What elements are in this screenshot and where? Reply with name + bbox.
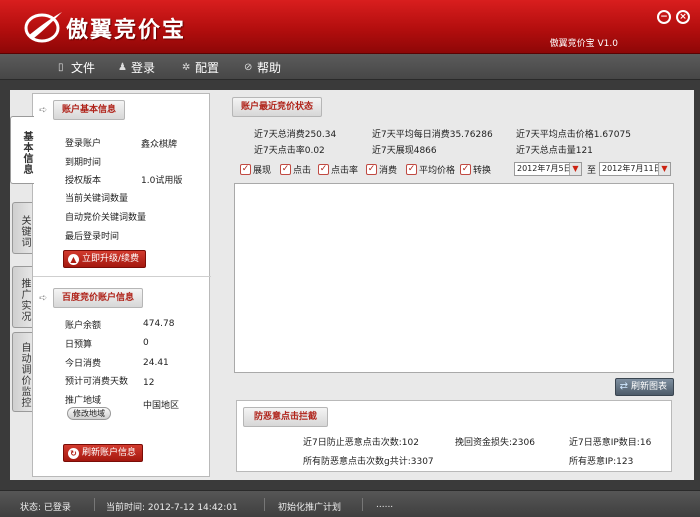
status-panel: 账户最近竞价状态 近7天总消费250.34 近7天平均每日消费35.76286 … <box>232 93 690 477</box>
account-panel: ➪ 账户基本信息 登录账户 鑫众棋牌 到期时间 授权版本 1.0试用版 当前关键… <box>32 93 211 477</box>
checkbox-impressions[interactable]: ✓ 展现 <box>240 163 271 176</box>
checkbox-avg-price[interactable]: ✓ 平均价格 <box>406 163 455 176</box>
user-icon: ♟ <box>118 61 127 73</box>
baidu-section-title: 百度竞价账户信息 <box>53 288 144 308</box>
field-label: 最后登录时间 <box>65 232 120 242</box>
field-label: 授权版本 <box>65 176 102 186</box>
menu-bar: ▯ 文件 ♟ 登录 ✲ 配置 ⊘ 帮助 <box>0 54 700 80</box>
fraud-section-title: 防恶意点击拦截 <box>243 407 329 427</box>
fraud-stat-ip-7d: 近7日恶意IP数目:16 <box>569 438 652 448</box>
date-separator: 至 <box>587 166 597 176</box>
field-value: 鑫众棋牌 <box>141 140 178 150</box>
account-section-header: ➪ 账户基本信息 <box>39 100 126 120</box>
dropdown-arrow-icon: ▼ <box>569 163 581 175</box>
date-from-picker[interactable]: 2012年7月5日 ▼ <box>514 162 582 176</box>
field-value: 0 <box>143 338 149 348</box>
up-arrow-icon: ▲ <box>68 253 79 265</box>
minimize-icon[interactable]: − <box>657 10 671 24</box>
file-icon: ▯ <box>58 61 64 73</box>
checkbox-spend[interactable]: ✓ 消费 <box>366 163 397 176</box>
status-section-title: 账户最近竞价状态 <box>232 97 323 117</box>
check-icon: ✓ <box>318 164 329 175</box>
field-label: 今日消费 <box>65 359 102 369</box>
menu-help[interactable]: ⊘ 帮助 <box>244 59 281 76</box>
app-logo-icon <box>24 12 62 43</box>
tab-basic-info[interactable]: 基本信息 <box>10 116 34 184</box>
upgrade-button[interactable]: ▲ 立即升级/续费 <box>63 250 147 268</box>
check-icon: ✓ <box>280 164 291 175</box>
app-name: 傲翼竞价宝 <box>66 17 187 43</box>
fraud-stat-blocked-total: 所有防恶意点击次数g共计:3307 <box>303 457 434 467</box>
status-message: 初始化推广计划 <box>278 503 342 513</box>
tab-keywords[interactable]: 关键词 <box>12 202 32 254</box>
field-label: 账户余额 <box>65 321 102 331</box>
status-progress: ...... <box>376 500 394 510</box>
chart-icon: ⇄ <box>619 381 628 392</box>
field-label: 登录账户 <box>65 139 102 149</box>
status-separator <box>94 498 95 511</box>
field-label: 预计可消费天数 <box>65 377 129 387</box>
refresh-icon: ↻ <box>68 447 79 459</box>
menu-file[interactable]: ▯ 文件 <box>58 59 95 76</box>
fraud-stat-recovered: 挽回资金损失:2306 <box>455 438 535 448</box>
status-time: 当前时间: 2012-7-12 14:42:01 <box>106 503 238 513</box>
menu-login[interactable]: ♟ 登录 <box>118 59 155 76</box>
account-section-title: 账户基本信息 <box>53 100 126 120</box>
check-icon: ✓ <box>406 164 417 175</box>
chart-area <box>234 183 674 373</box>
fraud-panel: 防恶意点击拦截 近7日防止恶意点击次数:102 挽回资金损失:2306 近7日恶… <box>236 400 672 472</box>
check-icon: ✓ <box>366 164 377 175</box>
status-separator <box>264 498 265 511</box>
section-divider <box>33 276 211 277</box>
field-value: 12 <box>143 378 155 388</box>
fraud-stat-ip-total: 所有恶意IP:123 <box>569 457 634 467</box>
stat-total-clicks: 近7天总点击量121 <box>516 146 593 156</box>
field-label: 到期时间 <box>65 158 102 168</box>
help-icon: ⊘ <box>244 61 253 73</box>
checkbox-clicks[interactable]: ✓ 点击 <box>280 163 311 176</box>
field-value: 474.78 <box>143 319 175 329</box>
stat-avg-daily-spend: 近7天平均每日消费35.76286 <box>372 130 493 140</box>
tab-auto-bid-monitor[interactable]: 自动调价监控 <box>12 332 32 412</box>
stat-ctr: 近7天点击率0.02 <box>254 146 325 156</box>
refresh-account-button[interactable]: ↻ 刷新账户信息 <box>63 444 144 462</box>
fraud-stat-blocked-7d: 近7日防止恶意点击次数:102 <box>303 438 419 448</box>
title-bar[interactable]: 傲翼竞价宝 傲翼竞价宝 V1.0 − × <box>0 0 700 54</box>
checkbox-conversion[interactable]: ✓ 转换 <box>460 163 491 176</box>
modify-region-button[interactable]: 修改地域 <box>67 407 111 420</box>
field-label: 当前关键词数量 <box>65 194 129 204</box>
field-label: 日预算 <box>65 340 93 350</box>
app-version: 傲翼竞价宝 V1.0 <box>549 39 618 49</box>
stat-total-spend: 近7天总消费250.34 <box>254 130 337 140</box>
field-label: 自动竞价关键词数量 <box>65 213 147 223</box>
status-state: 状态: 已登录 <box>20 503 71 513</box>
menu-config[interactable]: ✲ 配置 <box>182 59 219 76</box>
close-icon[interactable]: × <box>676 10 690 24</box>
refresh-chart-button[interactable]: ⇄ 刷新图表 <box>614 378 674 396</box>
baidu-section-header: ➪ 百度竞价账户信息 <box>39 288 144 308</box>
gear-icon: ✲ <box>182 61 191 73</box>
check-icon: ✓ <box>240 164 251 175</box>
status-separator <box>362 498 363 511</box>
arrow-right-icon: ➪ <box>39 293 48 304</box>
date-to-picker[interactable]: 2012年7月11日 ▼ <box>599 162 671 176</box>
field-value: 中国地区 <box>143 401 180 411</box>
check-icon: ✓ <box>460 164 471 175</box>
stat-avg-click-price: 近7天平均点击价格1.67075 <box>516 130 631 140</box>
tab-promo-live[interactable]: 推广实况 <box>12 266 32 328</box>
field-value: 24.41 <box>143 358 169 368</box>
dropdown-arrow-icon: ▼ <box>658 163 670 175</box>
stat-impressions: 近7天展现4866 <box>372 146 437 156</box>
field-label: 推广地域 <box>65 396 102 406</box>
checkbox-ctr[interactable]: ✓ 点击率 <box>318 163 358 176</box>
field-value: 1.0试用版 <box>141 176 183 186</box>
arrow-right-icon: ➪ <box>39 105 48 116</box>
status-bar: 状态: 已登录 当前时间: 2012-7-12 14:42:01 初始化推广计划… <box>0 490 700 517</box>
